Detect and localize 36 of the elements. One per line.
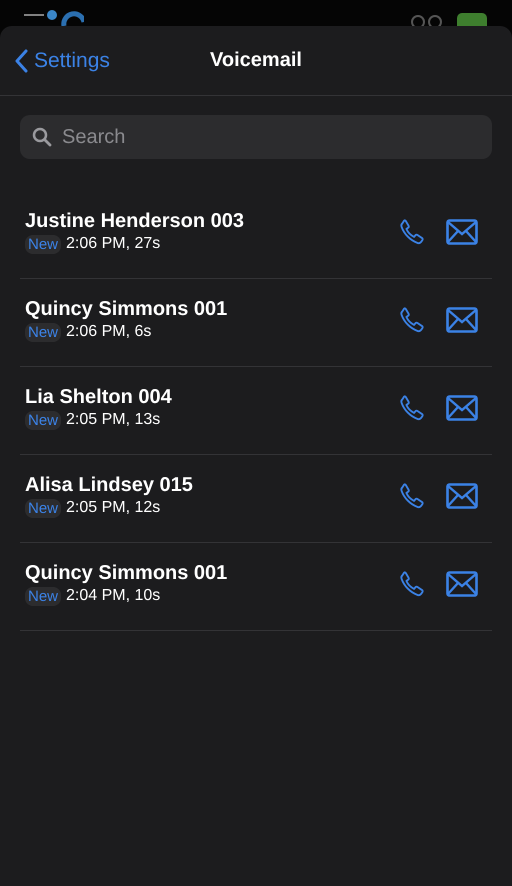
screen-title: Voicemail (210, 49, 302, 72)
envelope-icon[interactable] (446, 218, 478, 244)
caller-name: Quincy Simmons 001 (25, 298, 228, 320)
people-icon (410, 14, 444, 26)
chevron-left-icon (14, 48, 28, 72)
logo-drawing (24, 8, 84, 26)
caller-name: Quincy Simmons 001 (25, 562, 228, 584)
voicemail-row[interactable]: Quincy Simmons 001 New 2:04 PM, 10s (20, 543, 492, 631)
phone-icon[interactable] (398, 304, 426, 334)
envelope-icon[interactable] (446, 394, 478, 420)
phone-icon[interactable] (398, 216, 426, 246)
phone-icon[interactable] (398, 392, 426, 422)
new-badge: New (25, 234, 62, 254)
search-field[interactable]: Search (20, 115, 492, 159)
voicemail-row[interactable]: Quincy Simmons 001 New 2:06 PM, 6s (20, 279, 492, 367)
voicemail-row[interactable]: Alisa Lindsey 015 New 2:05 PM, 12s (20, 455, 492, 543)
new-badge: New (25, 586, 62, 606)
envelope-icon[interactable] (446, 482, 478, 508)
back-button[interactable]: Settings (14, 48, 110, 72)
voicemail-time: 2:06 PM, 27s (66, 235, 160, 253)
voicemail-time: 2:04 PM, 10s (66, 587, 160, 605)
phone-icon[interactable] (398, 568, 426, 598)
new-badge: New (25, 410, 62, 430)
voicemail-time: 2:05 PM, 12s (66, 499, 160, 517)
phone-icon[interactable] (398, 480, 426, 510)
envelope-icon[interactable] (446, 306, 478, 332)
caller-name: Lia Shelton 004 (25, 386, 173, 408)
voicemail-row[interactable]: Justine Henderson 003 New 2:06 PM, 27s (20, 191, 492, 279)
new-badge: New (25, 498, 62, 518)
voicemail-row[interactable]: Lia Shelton 004 New 2:05 PM, 13s (20, 367, 492, 455)
caller-name: Alisa Lindsey 015 (25, 474, 194, 496)
new-badge: New (25, 322, 62, 342)
envelope-icon[interactable] (446, 570, 478, 596)
voicemail-time: 2:05 PM, 13s (66, 411, 160, 429)
caller-name: Justine Henderson 003 (25, 210, 245, 232)
voicemail-time: 2:06 PM, 6s (66, 323, 152, 341)
